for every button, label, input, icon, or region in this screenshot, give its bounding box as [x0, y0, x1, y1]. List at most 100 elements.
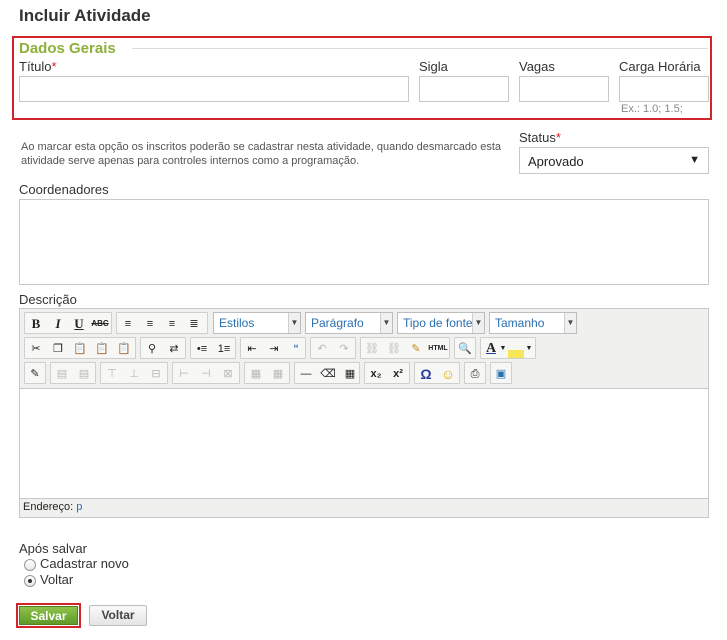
insert-row-after-icon[interactable]: ⊥ [125, 365, 143, 383]
paste-icon[interactable]: 📋 [71, 340, 89, 358]
col-insert-group: ⊢ ⊣ ⊠ [172, 362, 240, 384]
text-color-icon[interactable]: A [482, 340, 500, 358]
radio-cadastrar-novo-label: Cadastrar novo [40, 556, 129, 571]
carga-horaria-input[interactable] [619, 76, 709, 102]
print-icon[interactable]: ⎙ [466, 365, 484, 383]
sigla-input[interactable] [419, 76, 509, 102]
italic-button[interactable]: I [49, 315, 67, 333]
indent-icon[interactable]: ⇥ [265, 340, 283, 358]
highlight-color-icon[interactable] [508, 350, 524, 358]
fullscreen-group: ▣ [490, 362, 512, 384]
font-dropdown[interactable]: Tipo de fonte ▼ [397, 312, 485, 334]
emoticon-icon[interactable]: ☺ [439, 365, 457, 383]
find-icon[interactable]: ⚲ [143, 340, 161, 358]
replace-icon[interactable]: ⇄ [165, 340, 183, 358]
preview-icon[interactable]: 🔍 [456, 340, 474, 358]
align-center-icon[interactable]: ≡ [141, 315, 159, 333]
row-props-icon[interactable]: ▤ [53, 365, 71, 383]
cleanup-brush-icon[interactable]: ✎ [407, 340, 425, 358]
styles-dropdown[interactable]: Estilos ▼ [213, 312, 301, 334]
cut-icon[interactable]: ✂ [27, 340, 45, 358]
dropdown-arrow-icon: ▼ [689, 154, 700, 166]
coordenadores-textarea[interactable] [19, 199, 709, 285]
editor-statusbar: Endereço: p [20, 498, 708, 517]
delete-col-icon[interactable]: ⊠ [219, 365, 237, 383]
superscript-button[interactable]: x² [389, 365, 407, 383]
coordenadores-label: Coordenadores [19, 182, 109, 197]
statusbar-path-link[interactable]: p [76, 501, 82, 513]
cell-props-icon[interactable]: ▤ [75, 365, 93, 383]
required-mark: * [555, 130, 561, 145]
paste-text-icon[interactable]: 📋 [93, 340, 111, 358]
back-button[interactable]: Voltar [89, 605, 147, 626]
status-value: Aprovado [528, 154, 584, 169]
align-justify-icon[interactable]: ≣ [185, 315, 203, 333]
split-cells-icon[interactable]: ▦ [247, 365, 265, 383]
editor-content-area[interactable] [20, 389, 708, 499]
chevron-down-icon[interactable]: ▼ [499, 340, 507, 358]
history-group: ↶ ↷ [310, 337, 356, 359]
undo-icon[interactable]: ↶ [313, 340, 331, 358]
text-format-group: B I U ABC [24, 312, 112, 334]
size-dropdown[interactable]: Tamanho ▼ [489, 312, 577, 334]
sigla-label: Sigla [419, 59, 448, 74]
insert-group: — ⌫ ▦ [294, 362, 360, 384]
bold-button[interactable]: B [27, 315, 45, 333]
toolbar-row-3: ✎ ▤ ▤ ⊤ ⊥ ⊟ ⊢ ⊣ ⊠ ▦ ▦ — ⌫ ▦ x₂ x² Ω ☺ ⎙ … [24, 362, 704, 386]
vagas-label: Vagas [519, 59, 555, 74]
copy-icon[interactable]: ❐ [49, 340, 67, 358]
symbols-group: Ω ☺ [414, 362, 460, 384]
delete-row-icon[interactable]: ⊟ [147, 365, 165, 383]
blockquote-icon[interactable]: “ [287, 340, 305, 358]
descricao-label: Descrição [19, 292, 77, 307]
vagas-input[interactable] [519, 76, 609, 102]
save-button[interactable]: Salvar [19, 606, 78, 625]
chevron-down-icon: ▼ [472, 313, 484, 333]
edit-css-group: ✎ [24, 362, 46, 384]
row-insert-group: ⊤ ⊥ ⊟ [100, 362, 168, 384]
align-right-icon[interactable]: ≡ [163, 315, 181, 333]
radio-voltar-label: Voltar [40, 572, 74, 587]
chevron-down-icon: ▼ [380, 313, 392, 333]
special-char-icon[interactable]: Ω [417, 365, 435, 383]
insert-col-before-icon[interactable]: ⊢ [175, 365, 193, 383]
table-row-group: ▤ ▤ [50, 362, 96, 384]
insert-col-after-icon[interactable]: ⊣ [197, 365, 215, 383]
rich-text-editor: B I U ABC ≡ ≡ ≡ ≣ Estilos ▼ Parágrafo ▼ Ti… [19, 308, 709, 518]
subscript-button[interactable]: x₂ [367, 365, 385, 383]
toolbar-row-2: ✂ ❐ 📋 📋 📋 ⚲ ⇄ •≡ 1≡ ⇤ ⇥ “ ↶ ↷ ⛓ ⛓ ✎ HTML… [24, 337, 704, 361]
titulo-label: Título* [19, 59, 57, 74]
preview-group: 🔍 [454, 337, 476, 359]
carga-horaria-label: Carga Horária [619, 59, 701, 74]
insert-row-before-icon[interactable]: ⊤ [103, 365, 121, 383]
strikethrough-button[interactable]: ABC [91, 315, 109, 333]
fullscreen-icon[interactable]: ▣ [492, 365, 510, 383]
table-icon[interactable]: ▦ [341, 365, 359, 383]
list-group: •≡ 1≡ [190, 337, 236, 359]
status-select[interactable]: Aprovado ▼ [519, 147, 709, 174]
edit-style-icon[interactable]: ✎ [26, 365, 44, 383]
general-legend: Dados Gerais [19, 40, 120, 57]
underline-button[interactable]: U [70, 315, 88, 333]
horizontal-rule-icon[interactable]: — [297, 365, 315, 383]
titulo-input[interactable] [19, 76, 409, 102]
merge-cells-icon[interactable]: ▦ [269, 365, 287, 383]
eraser-icon[interactable]: ⌫ [319, 365, 337, 383]
unlink-icon[interactable]: ⛓ [385, 340, 403, 358]
link-icon[interactable]: ⛓ [363, 340, 381, 358]
radio-cadastrar-novo[interactable] [24, 559, 36, 571]
align-left-icon[interactable]: ≡ [119, 315, 137, 333]
link-group: ⛓ ⛓ ✎ HTML [360, 337, 450, 359]
outdent-icon[interactable]: ⇤ [243, 340, 261, 358]
numbered-list-icon[interactable]: 1≡ [215, 340, 233, 358]
toolbar-row-1: B I U ABC ≡ ≡ ≡ ≣ Estilos ▼ Parágrafo ▼ Ti… [24, 312, 704, 336]
color-group: A ▼ ▼ [480, 337, 536, 359]
redo-icon[interactable]: ↷ [335, 340, 353, 358]
format-dropdown[interactable]: Parágrafo ▼ [305, 312, 393, 334]
bullet-list-icon[interactable]: •≡ [193, 340, 211, 358]
paste-word-icon[interactable]: 📋 [115, 340, 133, 358]
html-source-button[interactable]: HTML [427, 340, 449, 358]
script-group: x₂ x² [364, 362, 410, 384]
radio-voltar[interactable] [24, 575, 36, 587]
chevron-down-icon[interactable]: ▼ [525, 340, 533, 358]
